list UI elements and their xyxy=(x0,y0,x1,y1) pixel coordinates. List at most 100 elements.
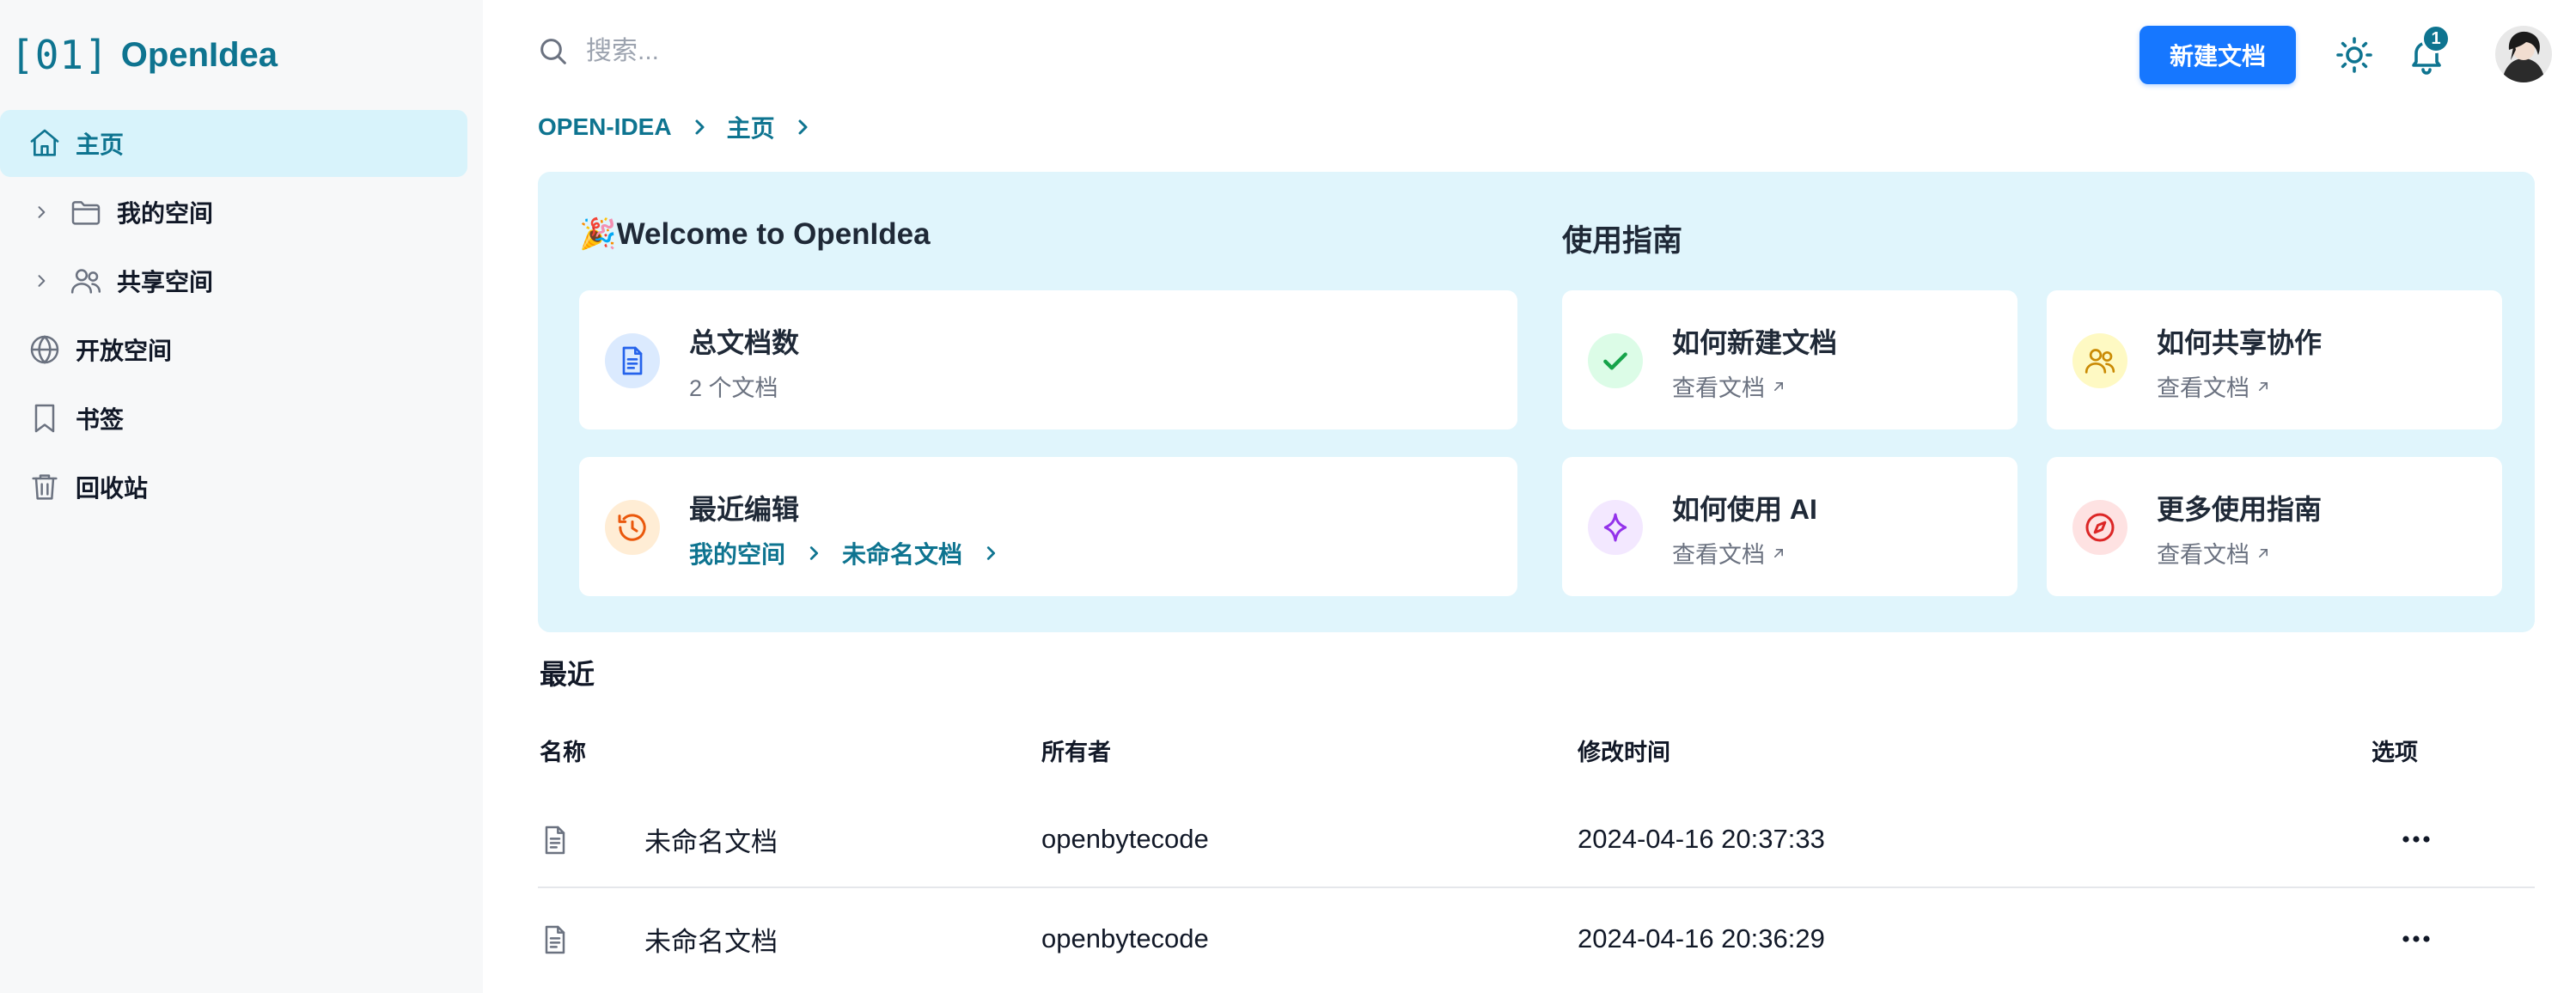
sidebar: [01] OpenIdea 主页 我的空间 共享空间 开放空间 书签 回收站 xyxy=(0,0,483,993)
history-icon-circle xyxy=(605,500,660,555)
search-input[interactable] xyxy=(586,37,1016,66)
home-icon xyxy=(30,129,59,156)
chevron-right-icon[interactable] xyxy=(33,204,50,221)
guide-card-link-label: 查看文档 xyxy=(1672,375,1765,401)
sidebar-item-label: 回收站 xyxy=(76,475,149,502)
chevron-right-icon xyxy=(986,546,996,560)
row-options-button[interactable] xyxy=(2390,816,2442,862)
breadcrumb-item-home[interactable]: 主页 xyxy=(727,110,775,144)
external-link-icon xyxy=(2259,381,2268,391)
row-options-button[interactable] xyxy=(2390,916,2442,962)
row-owner: openbytecode xyxy=(1041,824,1209,854)
recent-section-title: 最近 xyxy=(540,659,595,690)
recent-edit-title: 最近编辑 xyxy=(689,494,800,525)
sidebar-item-open-space[interactable]: 开放空间 xyxy=(0,316,467,383)
chevron-right-icon xyxy=(695,119,705,135)
table-row[interactable]: 未命名文档 openbytecode 2024-04-16 20:37:33 xyxy=(538,790,2535,888)
sparkle-icon-circle xyxy=(1588,500,1643,555)
theme-toggle-button[interactable] xyxy=(2330,31,2378,79)
sidebar-item-my-space[interactable]: 我的空间 xyxy=(0,179,467,246)
guide-card-new-document[interactable]: 如何新建文档 查看文档 xyxy=(1562,290,2017,429)
external-link-icon xyxy=(1774,381,1783,391)
recent-edit-path-document[interactable]: 未命名文档 xyxy=(842,536,962,570)
sidebar-item-label: 主页 xyxy=(76,131,125,158)
guide-card-more[interactable]: 更多使用指南 查看文档 xyxy=(2047,457,2502,596)
guide-card-link[interactable]: 查看文档 xyxy=(1672,536,1787,570)
guide-card-link[interactable]: 查看文档 xyxy=(2157,536,2272,570)
new-document-button[interactable]: 新建文档 xyxy=(2140,26,2296,84)
breadcrumb-item-root[interactable]: OPEN-IDEA xyxy=(538,113,672,141)
row-modified: 2024-04-16 20:37:33 xyxy=(1578,824,1825,854)
search-bar xyxy=(536,34,1016,69)
guide-card-link[interactable]: 查看文档 xyxy=(1672,369,1787,403)
row-name[interactable]: 未命名文档 xyxy=(644,890,778,988)
sidebar-item-shared-space[interactable]: 共享空间 xyxy=(0,247,467,314)
sun-icon xyxy=(2336,37,2372,73)
breadcrumb: OPEN-IDEA 主页 xyxy=(538,110,813,144)
chevron-right-icon xyxy=(809,546,819,560)
external-link-icon xyxy=(1774,548,1783,557)
row-name[interactable]: 未命名文档 xyxy=(644,790,778,888)
sidebar-item-label: 书签 xyxy=(76,406,125,433)
globe-icon xyxy=(30,335,59,364)
welcome-title: 🎉Welcome to OpenIdea xyxy=(579,217,931,251)
column-header-name: 名称 xyxy=(540,740,586,765)
guide-card-link[interactable]: 查看文档 xyxy=(2157,369,2272,403)
users-icon xyxy=(2085,349,2115,374)
recent-edit-path: 我的空间 未命名文档 xyxy=(689,536,1000,570)
check-icon xyxy=(1603,352,1627,370)
folder-icon xyxy=(71,201,101,225)
avatar-image xyxy=(2495,26,2552,82)
more-horizontal-icon xyxy=(2402,836,2430,843)
table-row[interactable]: 未命名文档 openbytecode 2024-04-16 20:36:29 xyxy=(538,890,2535,988)
guide-card-link-label: 查看文档 xyxy=(2157,542,2249,568)
chevron-right-icon xyxy=(798,119,808,135)
compass-icon xyxy=(2085,513,2115,542)
sidebar-nav: 主页 我的空间 共享空间 开放空间 书签 回收站 xyxy=(0,110,483,522)
sidebar-item-bookmarks[interactable]: 书签 xyxy=(0,385,467,452)
sidebar-item-label: 开放空间 xyxy=(76,338,173,364)
sidebar-item-label: 我的空间 xyxy=(117,200,214,227)
history-icon xyxy=(618,514,646,541)
sidebar-item-trash[interactable]: 回收站 xyxy=(0,454,467,521)
sidebar-item-label: 共享空间 xyxy=(117,269,214,295)
notification-badge: 1 xyxy=(2421,24,2451,53)
logo[interactable]: [01] OpenIdea xyxy=(10,29,278,81)
guide-card-link-label: 查看文档 xyxy=(2157,375,2249,401)
row-owner: openbytecode xyxy=(1041,923,1209,953)
logo-mark: [01] xyxy=(10,32,109,78)
guide-card-link-label: 查看文档 xyxy=(1672,542,1765,568)
compass-icon-circle xyxy=(2072,500,2127,555)
guide-card-title: 如何共享协作 xyxy=(2157,327,2323,358)
total-documents-card: 总文档数 2 个文档 xyxy=(579,290,1517,429)
users-icon-circle xyxy=(2072,333,2127,388)
bookmark-icon xyxy=(34,404,55,433)
recent-edit-path-space[interactable]: 我的空间 xyxy=(689,536,785,570)
trash-icon xyxy=(32,474,58,500)
more-horizontal-icon xyxy=(2402,935,2430,942)
document-icon xyxy=(545,825,565,855)
sidebar-item-home[interactable]: 主页 xyxy=(0,110,467,177)
check-icon-circle xyxy=(1588,333,1643,388)
guide-card-share[interactable]: 如何共享协作 查看文档 xyxy=(2047,290,2502,429)
chevron-right-icon[interactable] xyxy=(33,272,50,289)
logo-text: OpenIdea xyxy=(120,35,278,74)
guide-card-title: 如何新建文档 xyxy=(1672,327,1838,358)
column-header-options: 选项 xyxy=(2372,740,2418,765)
row-modified: 2024-04-16 20:36:29 xyxy=(1578,923,1825,953)
total-documents-count: 2 个文档 xyxy=(689,375,778,401)
document-icon xyxy=(622,346,643,375)
users-icon xyxy=(70,269,101,294)
document-icon-circle xyxy=(605,333,660,388)
search-icon xyxy=(540,39,566,64)
document-icon xyxy=(545,925,565,954)
guide-card-title: 如何使用 AI xyxy=(1672,494,1817,525)
column-header-owner: 所有者 xyxy=(1041,740,1111,765)
welcome-panel: 🎉Welcome to OpenIdea 使用指南 总文档数 2 个文档 最近编… xyxy=(538,172,2535,632)
guide-card-title: 更多使用指南 xyxy=(2157,494,2323,525)
total-documents-title: 总文档数 xyxy=(689,327,800,358)
guide-card-ai[interactable]: 如何使用 AI 查看文档 xyxy=(1562,457,2017,596)
sparkle-icon xyxy=(1603,513,1627,542)
avatar[interactable] xyxy=(2495,26,2552,82)
column-header-modified: 修改时间 xyxy=(1578,740,1670,765)
